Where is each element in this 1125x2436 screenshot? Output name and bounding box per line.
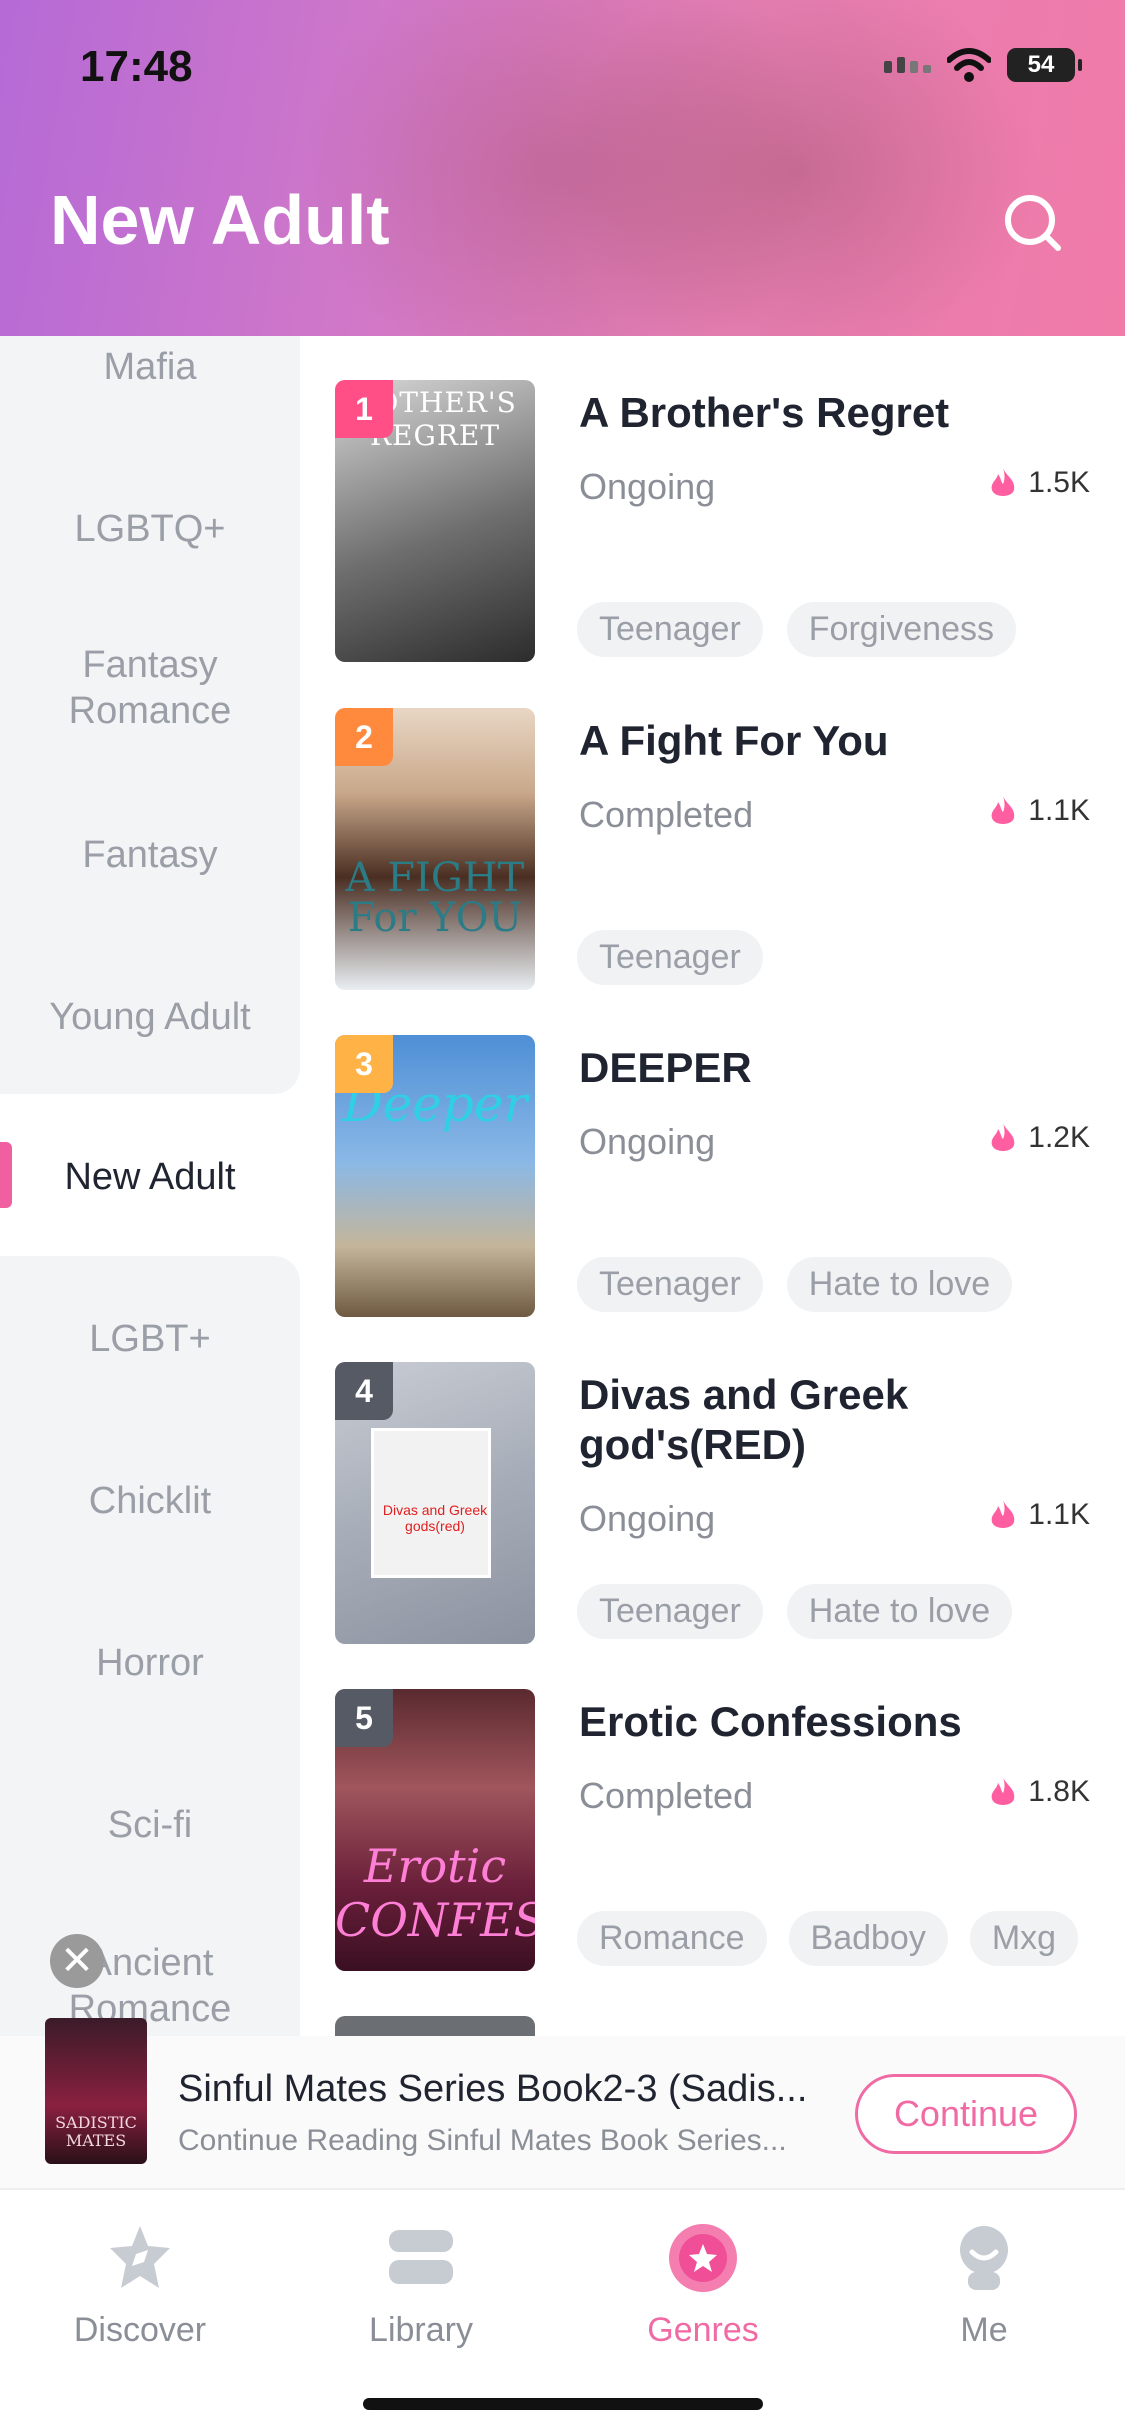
library-icon — [389, 2230, 453, 2284]
genres-icon — [669, 2224, 737, 2292]
cellular-signal-icon — [884, 57, 931, 73]
book-cover[interactable]: Divas and Greek gods(red) 4 — [335, 1362, 535, 1644]
popularity: 1.2K — [988, 1121, 1090, 1155]
nav-genres[interactable]: Genres — [603, 2220, 803, 2350]
rank-badge: 4 — [335, 1362, 393, 1420]
continue-reading-bar[interactable]: SADISTIC MATES Sinful Mates Series Book2… — [0, 2018, 1125, 2188]
flame-icon — [991, 1500, 1015, 1528]
cover-title: Divas and Greek gods(red) — [382, 1502, 488, 1534]
tag[interactable]: Mxg — [969, 1911, 1079, 1966]
search-icon[interactable] — [1000, 190, 1064, 254]
home-indicator — [363, 2398, 763, 2410]
tag[interactable]: Badboy — [788, 1911, 948, 1966]
book-title[interactable]: DEEPER — [579, 1043, 1089, 1093]
rank-badge: 3 — [335, 1035, 393, 1093]
book-title[interactable]: A Fight For You — [579, 716, 1089, 766]
sidebar-item-new-adult[interactable]: New Adult — [0, 1154, 300, 1200]
heat-count: 1.8K — [1028, 1775, 1090, 1808]
header: 17:48 54 New Adult — [0, 0, 1125, 336]
status-time: 17:48 — [80, 42, 193, 91]
sidebar-item-mafia[interactable]: Mafia — [0, 344, 300, 390]
tag[interactable]: Teenager — [577, 930, 763, 985]
book-status: Ongoing — [579, 1121, 716, 1162]
book-status: Ongoing — [579, 1498, 716, 1539]
book-cover[interactable]: A FIGHT For YOU 2 — [335, 708, 535, 990]
close-icon[interactable]: ✕ — [50, 1934, 104, 1988]
rank-badge: 2 — [335, 708, 393, 766]
popularity: 1.5K — [988, 466, 1090, 500]
tag-list: Teenager Hate to love — [577, 1584, 1013, 1639]
book-title[interactable]: Divas and Greek god's(RED) — [579, 1370, 1089, 1470]
flame-icon — [991, 1123, 1015, 1151]
tag[interactable]: Hate to love — [786, 1584, 1013, 1639]
nav-discover[interactable]: Discover — [40, 2220, 240, 2350]
page-title: New Adult — [50, 181, 390, 259]
rank-badge: 1 — [335, 380, 393, 438]
nav-label: Me — [960, 2311, 1008, 2349]
heat-count: 1.1K — [1028, 1498, 1090, 1531]
tag[interactable]: Romance — [577, 1911, 767, 1966]
sidebar-item-lgbtq[interactable]: LGBTQ+ — [0, 506, 300, 552]
sidebar-item-sci-fi[interactable]: Sci-fi — [0, 1802, 300, 1848]
book-status: Completed — [579, 1775, 754, 1816]
continue-book-cover[interactable]: SADISTIC MATES — [45, 2018, 147, 2164]
tag[interactable]: Hate to love — [786, 1257, 1013, 1312]
book-status: Completed — [579, 794, 754, 835]
book-title[interactable]: Erotic Confessions — [579, 1697, 1089, 1747]
cover-title: A FIGHT For YOU — [345, 855, 525, 941]
book-item[interactable]: Divas and Greek gods(red) 4 Divas and Gr… — [335, 1362, 1105, 1652]
tag[interactable]: Teenager — [577, 1257, 763, 1312]
me-icon — [960, 2226, 1008, 2290]
book-status: Ongoing — [579, 466, 716, 507]
tag-list: Teenager Forgiveness — [577, 602, 1016, 657]
sidebar-item-fantasy-romance[interactable]: Fantasy Romance — [0, 642, 300, 734]
heat-count: 1.5K — [1028, 466, 1090, 499]
popularity: 1.8K — [988, 1775, 1090, 1809]
sidebar-item-young-adult[interactable]: Young Adult — [0, 994, 300, 1040]
continue-book-title: Sinful Mates Series Book2-3 (Sadis... — [178, 2068, 808, 2110]
book-item[interactable]: A FIGHT For YOU 2 A Fight For You Comple… — [335, 708, 1105, 998]
cover-title: Erotic CONFESSIONS — [335, 1839, 535, 1947]
popularity: 1.1K — [988, 794, 1090, 828]
tag[interactable]: Teenager — [577, 1584, 763, 1639]
book-cover[interactable]: ROTHER'S REGRET 1 — [335, 380, 535, 662]
status-icons: 54 — [884, 48, 1082, 82]
heat-count: 1.2K — [1028, 1121, 1090, 1154]
sidebar-item-horror[interactable]: Horror — [0, 1640, 300, 1686]
discover-icon — [110, 2226, 170, 2288]
tag[interactable]: Teenager — [577, 602, 763, 657]
book-item[interactable]: Erotic CONFESSIONS 5 Erotic Confessions … — [335, 1689, 1105, 1979]
tag[interactable]: Forgiveness — [786, 602, 1016, 657]
sidebar-item-ancient-romance[interactable]: Ancient Romance — [0, 1940, 300, 2032]
book-cover[interactable]: Deeper 3 — [335, 1035, 535, 1317]
book-cover[interactable]: Erotic CONFESSIONS 5 — [335, 1689, 535, 1971]
nav-label: Genres — [647, 2311, 759, 2349]
tag-list: Romance Badboy Mxg — [577, 1911, 1079, 1966]
wifi-icon — [947, 48, 991, 82]
nav-label: Discover — [73, 2311, 207, 2349]
sidebar-item-fantasy[interactable]: Fantasy — [0, 832, 300, 878]
flame-icon — [991, 1777, 1015, 1805]
book-cover-partial — [335, 2016, 535, 2038]
sidebar-item-chicklit[interactable]: Chicklit — [0, 1478, 300, 1524]
tag-list: Teenager Hate to love — [577, 1257, 1013, 1312]
book-title[interactable]: A Brother's Regret — [579, 388, 1089, 438]
cover-title: SADISTIC MATES — [55, 2113, 137, 2150]
battery-icon: 54 — [1007, 48, 1082, 82]
book-item[interactable]: ROTHER'S REGRET 1 A Brother's Regret Ong… — [335, 380, 1105, 670]
continue-button[interactable]: Continue — [855, 2074, 1077, 2154]
nav-library[interactable]: Library — [321, 2220, 521, 2350]
book-item[interactable]: Deeper 3 DEEPER Ongoing 1.2K Teenager Ha… — [335, 1035, 1105, 1325]
continue-book-subtitle: Continue Reading Sinful Mates Book Serie… — [178, 2124, 787, 2157]
flame-icon — [991, 468, 1015, 496]
flame-icon — [991, 796, 1015, 824]
rank-badge: 5 — [335, 1689, 393, 1747]
sidebar-item-lgbt[interactable]: LGBT+ — [0, 1316, 300, 1362]
popularity: 1.1K — [988, 1498, 1090, 1532]
nav-label: Library — [369, 2311, 473, 2349]
genre-sidebar: Mafia LGBTQ+ Fantasy Romance Fantasy You… — [0, 336, 300, 2036]
heat-count: 1.1K — [1028, 794, 1090, 827]
nav-me[interactable]: Me — [884, 2220, 1084, 2350]
tag-list: Teenager — [577, 930, 763, 985]
